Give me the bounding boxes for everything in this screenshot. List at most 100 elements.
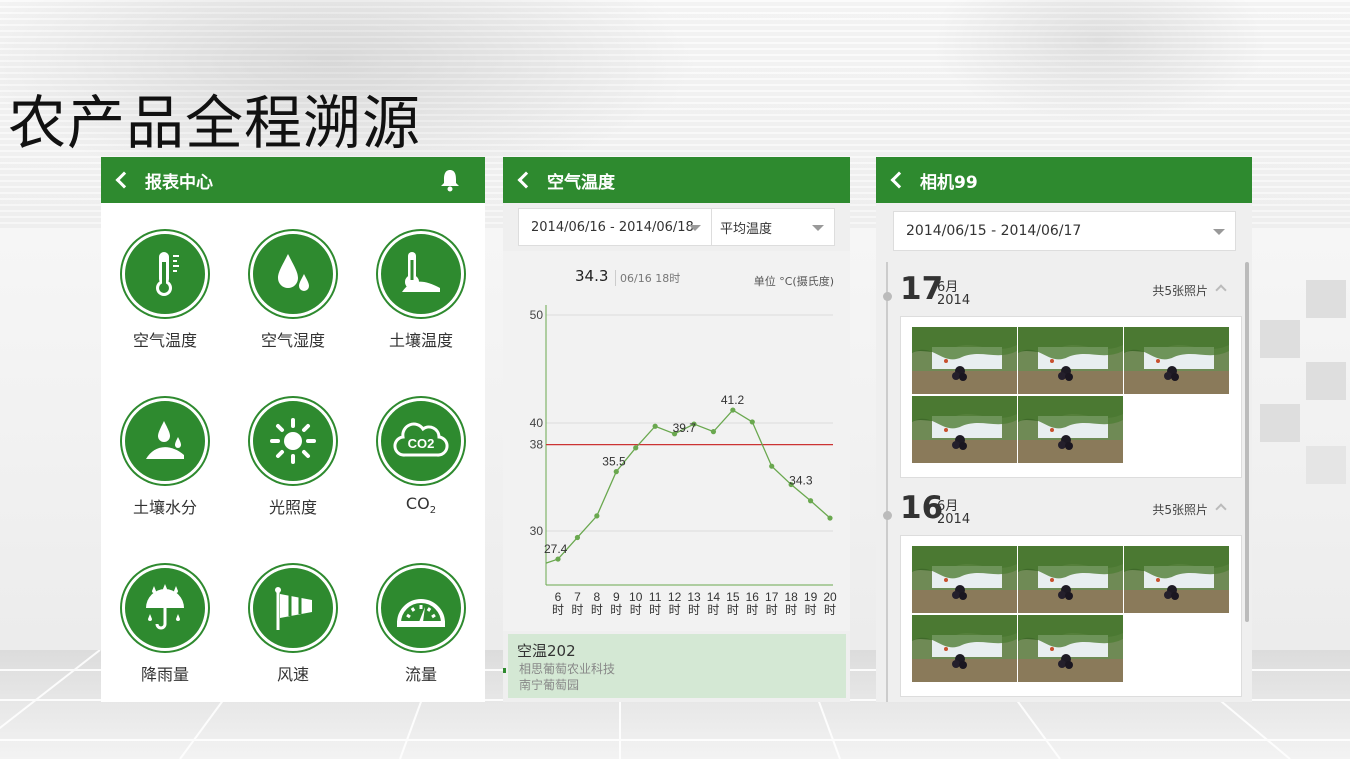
sensor-item-3[interactable]: 土壤温度 [357,231,485,351]
chart-filters: 2014/06/16 - 2014/06/18 平均温度 [518,208,835,246]
sensor-item-label: 风速 [276,665,309,684]
data-label: 39.7 [673,421,697,435]
sensor-item-label: 空气湿度 [260,331,325,350]
y-tick-label: 40 [530,416,544,430]
soil-moisture-icon [122,398,208,484]
date-range-select[interactable]: 2014/06/16 - 2014/06/18 [519,209,712,245]
station-org: 相思葡萄农业科技 [519,662,616,676]
camera-panel: 相机99 2014/06/15 - 2014/06/17 17 6月 2014 共5张… [876,157,1252,702]
photo-grid [900,316,1242,478]
camera-date-select[interactable]: 2014/06/15 - 2014/06/17 [893,211,1236,251]
collapse-chevron-icon[interactable] [1215,284,1227,296]
data-point [807,498,814,504]
windsock-icon [250,565,336,651]
x-tick-label: 10 时 [629,590,643,617]
sensor-item-6[interactable]: CO2 CO2 [357,398,485,516]
x-tick-label: 17 时 [765,590,779,617]
x-tick-label: 13 时 [687,590,701,617]
page-title: 农产品全程溯源 [8,89,422,157]
vineyard-photo-thumbnail[interactable] [1018,396,1123,463]
vineyard-photo-thumbnail[interactable] [912,396,1017,463]
vineyard-photo-thumbnail[interactable] [1018,546,1123,613]
sensor-item-label: 降雨量 [140,665,189,684]
vineyard-photo-thumbnail[interactable] [912,615,1017,682]
data-label: 34.3 [789,474,813,488]
camera-date-value: 2014/06/15 - 2014/06/17 [906,223,1082,239]
sensor-item-5[interactable]: 光照度 [229,398,357,518]
vineyard-photo-thumbnail[interactable] [1018,615,1123,682]
data-point [827,515,833,521]
sensor-item-label: CO [405,494,430,513]
background-tiles [1240,270,1350,500]
data-point [769,463,775,469]
y-tick-label: 50 [530,308,544,322]
sun-icon [250,398,336,484]
vineyard-photo-thumbnail[interactable] [912,327,1017,394]
date-range-value: 2014/06/16 - 2014/06/18 [531,219,694,235]
camera-topbar: 相机99 [876,157,1252,203]
data-point [749,419,755,425]
x-tick-label: 16 时 [746,590,760,617]
collapse-chevron-icon[interactable] [1215,503,1227,515]
data-label: 41.2 [721,393,745,407]
sensor-item-label: 土壤温度 [388,331,453,350]
vineyard-photo-thumbnail[interactable] [912,546,1017,613]
data-point [730,407,736,413]
sensor-item-label: 流量 [404,665,437,684]
day-year: 2014 [937,512,971,527]
sensor-item-2[interactable]: 空气湿度 [229,231,357,351]
vineyard-photo-thumbnail[interactable] [1124,546,1229,613]
vineyard-photo-thumbnail[interactable] [1124,327,1229,394]
data-point [594,513,600,519]
back-icon[interactable] [890,173,904,187]
x-tick-label: 9时 [610,590,622,617]
x-tick-label: 11 时 [649,590,662,617]
data-point [613,469,619,475]
y-tick-label: 30 [530,524,544,538]
air-temperature-topbar: 空气温度 [503,157,850,203]
dropdown-caret-icon [689,225,701,231]
co2-cloud-icon: CO2 [378,398,464,484]
sensor-item-label: 空气温度 [132,331,197,350]
day-year: 2014 [937,293,971,308]
photo-count: 共5张照片 [1152,284,1208,298]
vineyard-photo-thumbnail[interactable] [1018,327,1123,394]
sensor-item-8[interactable]: 风速 [229,565,357,685]
photo-count: 共5张照片 [1152,503,1208,517]
sensor-item-label-subscript: 2 [429,505,437,517]
sensor-item-7[interactable]: 降雨量 [101,565,229,685]
timeline-dot-icon [883,511,892,520]
photo-grid [900,535,1242,697]
sensor-item-4[interactable]: 土壤水分 [101,398,229,518]
station-card[interactable]: 空温202 相思葡萄农业科技 南宁葡萄园 [503,634,846,698]
back-icon[interactable] [517,173,531,187]
scrollbar[interactable] [1245,262,1249,622]
x-tick-label: 8时 [591,590,603,617]
report-center-topbar: 报表中心 [101,157,485,203]
air-temperature-title: 空气温度 [547,172,615,193]
temperature-chart[interactable]: 34.3 06/16 18时 单位 °C(摄氏度) 50 40 38 30 27.4 35… [503,251,850,631]
timeline-line [886,262,888,702]
dropdown-caret-icon [1213,229,1225,235]
thermometer-icon [122,231,208,317]
x-tick-label: 7时 [571,590,583,617]
report-center-panel: 报表中心 空气温度 空气湿度 土壤温度 土壤水分 光照度 CO2 CO2 降雨量 风速 流量 [101,157,485,702]
back-icon[interactable] [115,173,129,187]
soil-thermometer-icon [378,231,464,317]
data-label: 27.4 [544,542,568,556]
line-chart-svg: 50 40 38 3027.4 35.5 39.7 41.2 34.3 6 时 7 时 8 时 9 时 10 时 1… [530,305,837,617]
report-center-title: 报表中心 [145,172,213,193]
x-tick-label: 19 时 [804,590,818,617]
umbrella-rain-icon [122,565,208,651]
data-label: 35.5 [602,455,626,469]
y-tick-label: 38 [530,438,544,452]
bell-icon[interactable] [439,168,461,192]
sensor-item-9[interactable]: 流量 [357,565,485,685]
x-tick-label: 14 时 [707,590,721,617]
data-point [574,534,581,541]
data-point [652,423,658,429]
gauge-icon [378,565,464,651]
station-marker-icon [503,668,506,673]
metric-select[interactable]: 平均温度 [712,209,834,245]
sensor-item-1[interactable]: 空气温度 [101,231,229,351]
